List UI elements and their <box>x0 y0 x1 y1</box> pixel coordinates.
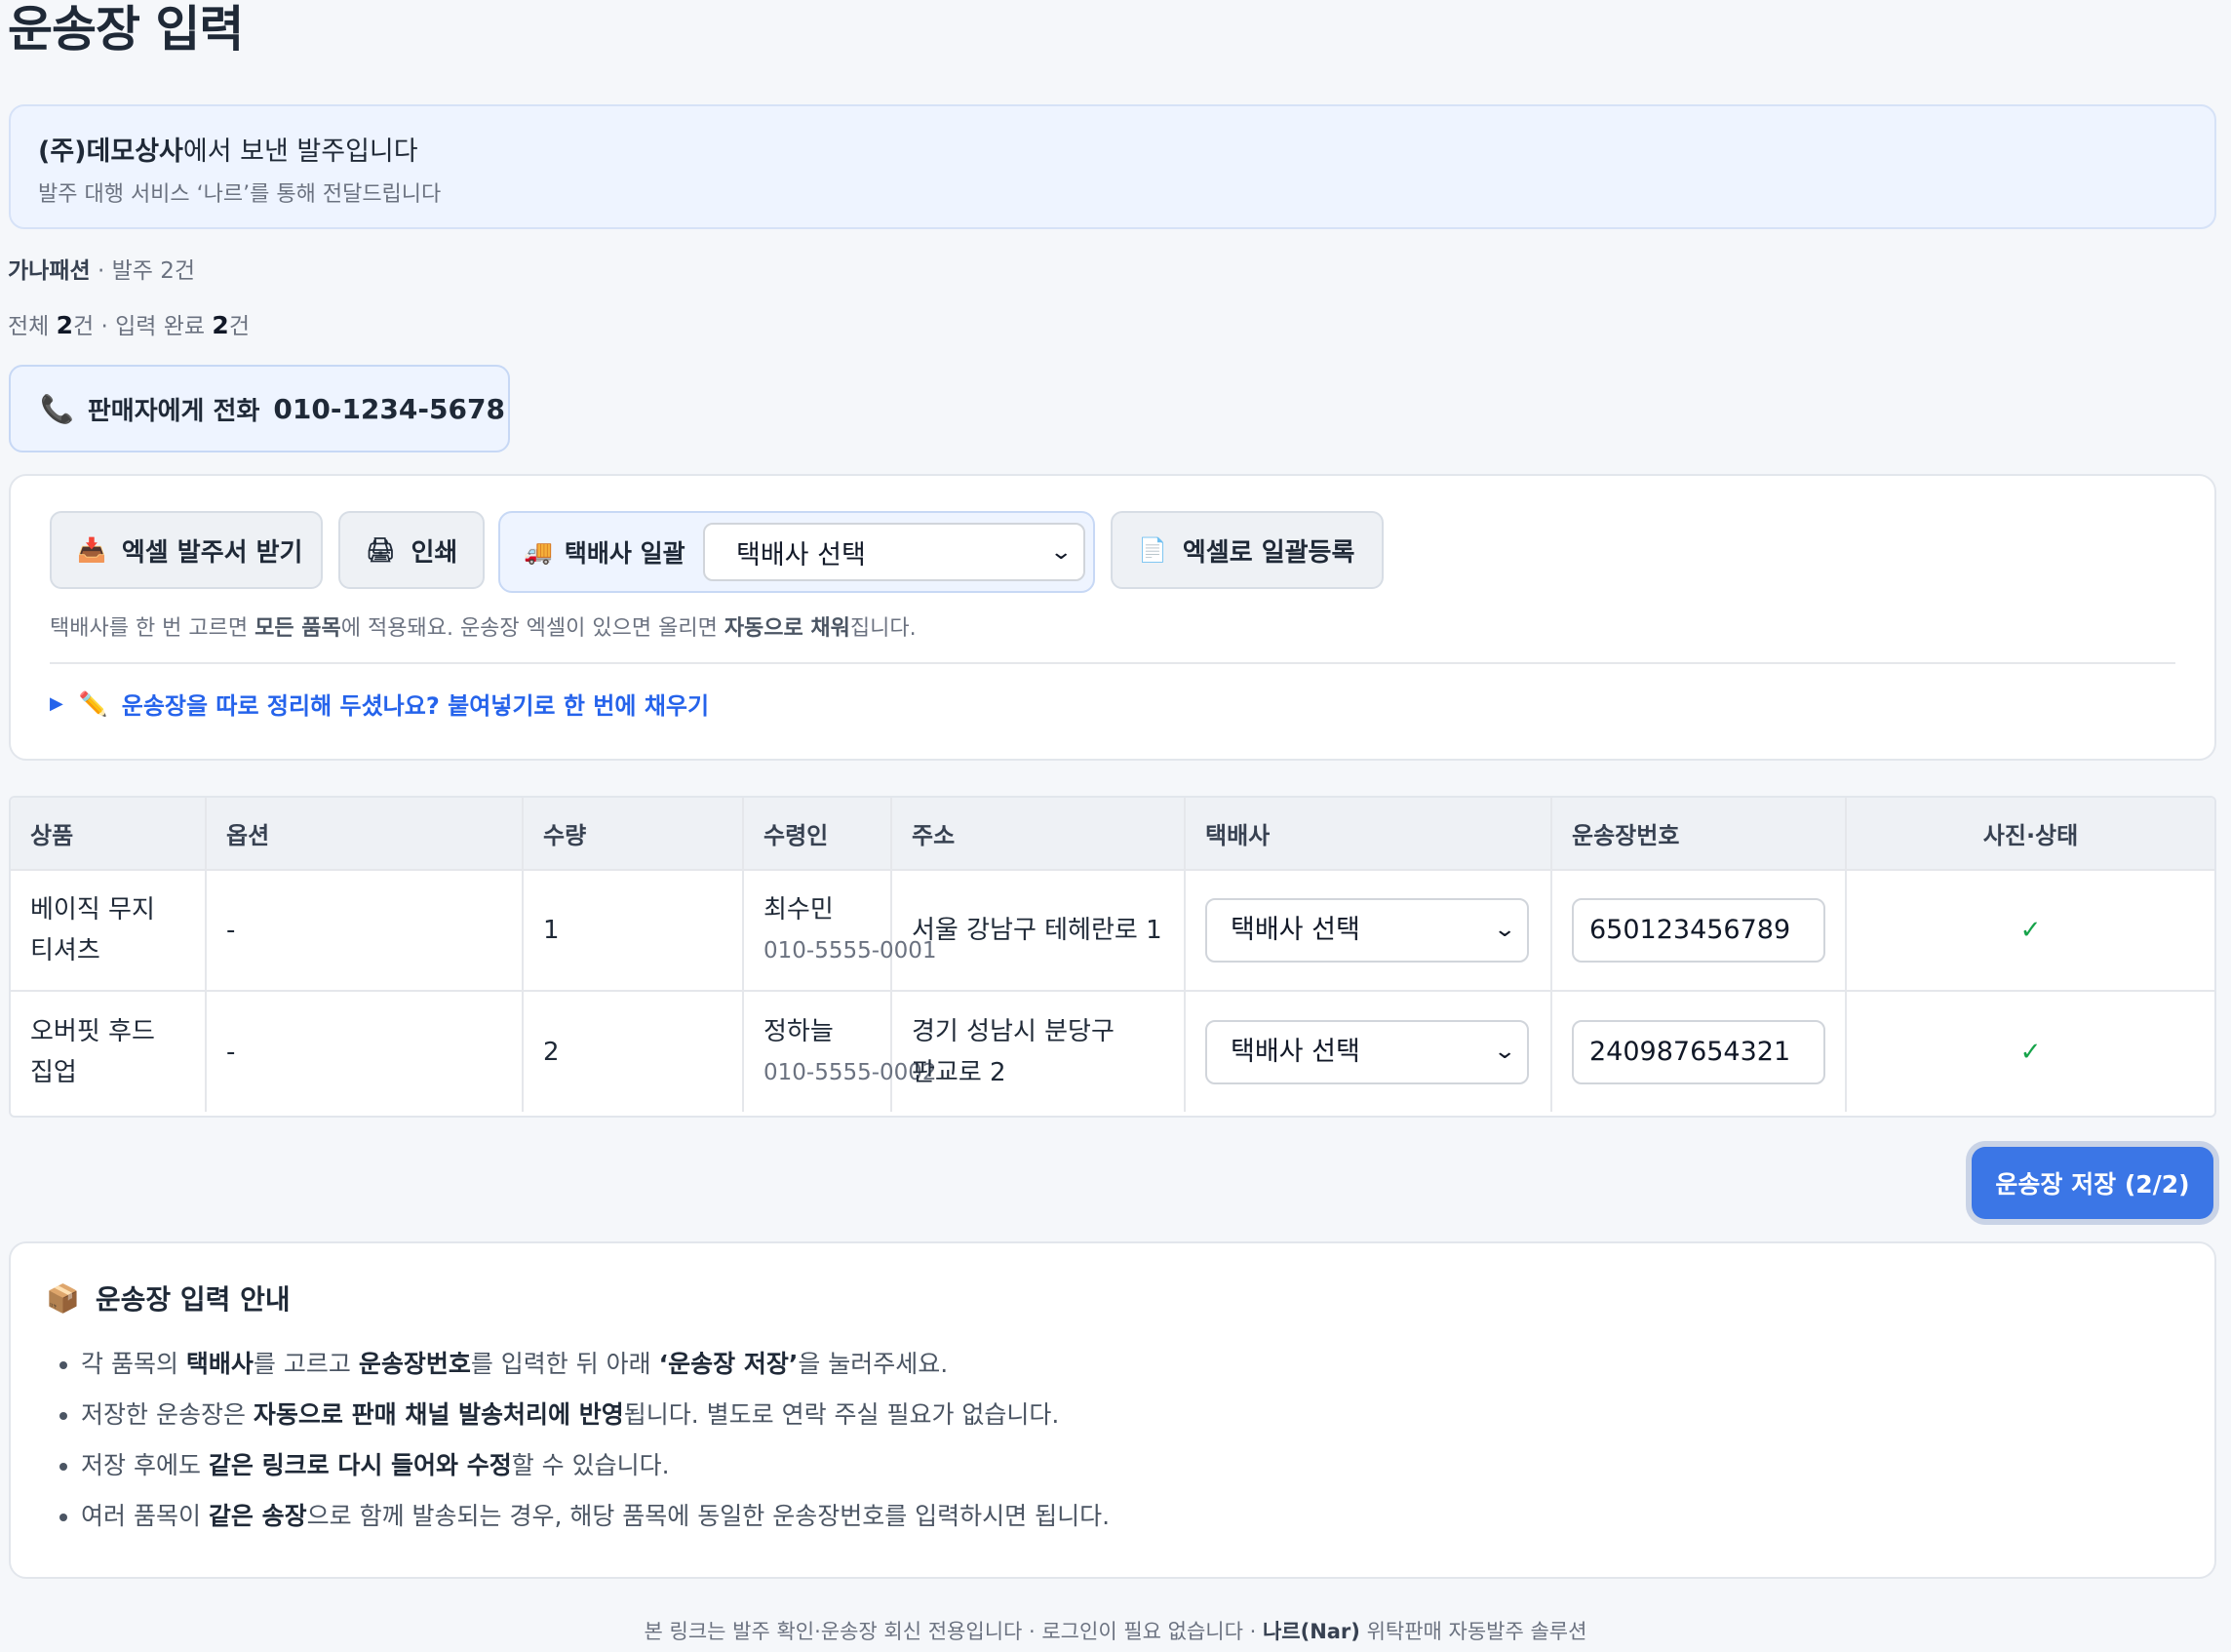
sender-notice: (주)데모상사에서 보낸 발주입니다 발주 대행 서비스 ‘나르’를 통해 전달… <box>9 104 2216 229</box>
receiver-phone: 010-5555-0001 <box>763 938 937 964</box>
chevron-down-icon: ⌄ <box>1492 918 1516 942</box>
save-waybill-button[interactable]: 운송장 저장 (2/2) <box>1972 1147 2213 1219</box>
table-row: 오버핏 후드 집업 - 2 정하늘 010-5555-0002 경기 성남시 분… <box>11 991 2214 1112</box>
waybill-cell: 240987654321 <box>1551 991 1847 1112</box>
carrier-select[interactable]: 택배사 선택 ⌄ <box>1205 898 1529 963</box>
document-icon: 📄 <box>1138 536 1167 564</box>
option-value: - <box>206 870 524 991</box>
pencil-icon: ✏️ <box>78 689 108 718</box>
receiver-cell: 최수민 010-5555-0001 <box>743 870 937 991</box>
page-title: 운송장 입력 <box>8 1 244 58</box>
column-header: 택배사 <box>1185 798 1552 870</box>
excel-download-button[interactable]: 📥 엑셀 발주서 받기 <box>50 511 323 589</box>
product-name: 오버핏 후드 집업 <box>11 991 207 1112</box>
list-item: 각 품목의 택배사를 고르고 운송장번호를 입력한 뒤 아래 ‘운송장 저장’을… <box>81 1339 2207 1390</box>
column-header: 옵션 <box>206 798 524 870</box>
package-icon: 📦 <box>46 1281 80 1315</box>
truck-icon: 🚚 <box>524 538 553 566</box>
chevron-down-icon: ⌄ <box>1492 1039 1516 1064</box>
paste-fill-toggle[interactable]: ▶ ✏️ 운송장을 따로 정리해 두셨나요? 붙여넣기로 한 번에 채우기 <box>50 687 709 721</box>
receiver-phone: 010-5555-0002 <box>763 1059 937 1085</box>
quantity-value: 2 <box>523 991 744 1112</box>
receiver-cell: 정하늘 010-5555-0002 <box>743 991 937 1112</box>
call-seller-button[interactable]: 📞 판매자에게 전화 010-1234-5678 <box>9 365 510 452</box>
quantity-value: 1 <box>523 870 744 991</box>
address-value: 서울 강남구 테헤란로 1 <box>891 870 1186 991</box>
waybill-input[interactable]: 650123456789 <box>1572 898 1825 963</box>
status-cell: ✓ <box>1846 870 2214 991</box>
call-label: 판매자에게 전화 <box>87 396 260 426</box>
inbox-tray-icon: 📥 <box>77 536 106 564</box>
printer-icon: 🖨 <box>366 536 396 564</box>
footer-text: 본 링크는 발주 확인·운송장 회신 전용입니다 · 로그인이 필요 없습니다 … <box>644 1620 1587 1643</box>
shop-name: 가나패션 <box>8 258 91 284</box>
address-value: 경기 성남시 분당구 판교로 2 <box>891 991 1186 1112</box>
column-header: 수령인 <box>743 798 892 870</box>
bulk-carrier-label: 택배사 일괄 <box>564 539 685 568</box>
brand-name: 나르(Nar) <box>1262 1620 1360 1643</box>
option-value: - <box>206 991 524 1112</box>
receiver-name: 정하늘 <box>763 1016 834 1046</box>
divider <box>50 662 2175 664</box>
triangle-right-icon: ▶ <box>50 693 63 714</box>
list-item: 여러 품목이 같은 송장으로 함께 발송되는 경우, 해당 품목에 동일한 운송… <box>81 1491 2207 1542</box>
table-row: 베이직 무지 티셔츠 - 1 최수민 010-5555-0001 서울 강남구 … <box>11 870 2214 991</box>
waybill-input[interactable]: 240987654321 <box>1572 1019 1825 1084</box>
guide-title: 운송장 입력 안내 <box>95 1283 291 1316</box>
check-icon: ✓ <box>2019 1037 2042 1067</box>
carrier-cell: 택배사 선택 ⌄ <box>1185 870 1552 991</box>
bulk-carrier-group: 🚚 택배사 일괄 택배사 선택 ⌄ <box>498 511 1095 593</box>
guide-list: 각 품목의 택배사를 고르고 운송장번호를 입력한 뒤 아래 ‘운송장 저장’을… <box>46 1339 2207 1542</box>
print-button[interactable]: 🖨 인쇄 <box>338 511 485 589</box>
list-item: 저장한 운송장은 자동으로 판매 채널 발송처리에 반영됩니다. 별도로 연락 … <box>81 1390 2207 1440</box>
product-name: 베이직 무지 티셔츠 <box>11 870 207 991</box>
notice-subtext: 발주 대행 서비스 ‘나르’를 통해 전달드립니다 <box>38 182 442 207</box>
shop-info: 가나패션 · 발주 2건 <box>8 258 195 284</box>
toolbar-card: 📥 엑셀 발주서 받기 🖨 인쇄 🚚 택배사 일괄 택배사 선택 ⌄ 📄 엑셀로… <box>9 474 2216 761</box>
toolbar-hint: 택배사를 한 번 고르면 모든 품목에 적용돼요. 운송장 엑셀이 있으면 올리… <box>50 616 917 641</box>
list-item: 저장 후에도 같은 링크로 다시 들어와 수정할 수 있습니다. <box>81 1440 2207 1491</box>
column-header: 수량 <box>523 798 744 870</box>
table-header: 상품 옵션 수량 수령인 주소 택배사 운송장번호 사진·상태 <box>11 798 2214 870</box>
seller-phone-number: 010-1234-5678 <box>273 392 505 425</box>
column-header: 운송장번호 <box>1551 798 1847 870</box>
column-header: 사진·상태 <box>1982 822 2079 849</box>
check-icon: ✓ <box>2019 916 2042 945</box>
column-header: 상품 <box>11 798 207 870</box>
excel-upload-button[interactable]: 📄 엑셀로 일괄등록 <box>1111 511 1384 589</box>
guide-card: 📦 운송장 입력 안내 각 품목의 택배사를 고르고 운송장번호를 입력한 뒤 … <box>9 1241 2216 1579</box>
progress-summary: 전체 2건 · 입력 완료 2건 <box>8 311 250 339</box>
carrier-cell: 택배사 선택 ⌄ <box>1185 991 1552 1112</box>
status-cell: ✓ <box>1846 991 2214 1112</box>
chevron-down-icon: ⌄ <box>1048 539 1073 565</box>
phone-icon: 📞 <box>40 392 74 425</box>
receiver-name: 최수민 <box>763 895 834 924</box>
waybill-cell: 650123456789 <box>1551 870 1847 991</box>
orders-table: 상품 옵션 수량 수령인 주소 택배사 운송장번호 사진·상태 베이직 무지 티… <box>9 796 2216 1118</box>
column-header: 주소 <box>891 798 1186 870</box>
bulk-carrier-select[interactable]: 택배사 선택 ⌄ <box>703 523 1085 581</box>
sender-suffix: 에서 보낸 발주입니다 <box>182 137 418 167</box>
sender-name: (주)데모상사 <box>38 137 183 167</box>
carrier-select[interactable]: 택배사 선택 ⌄ <box>1205 1019 1529 1084</box>
